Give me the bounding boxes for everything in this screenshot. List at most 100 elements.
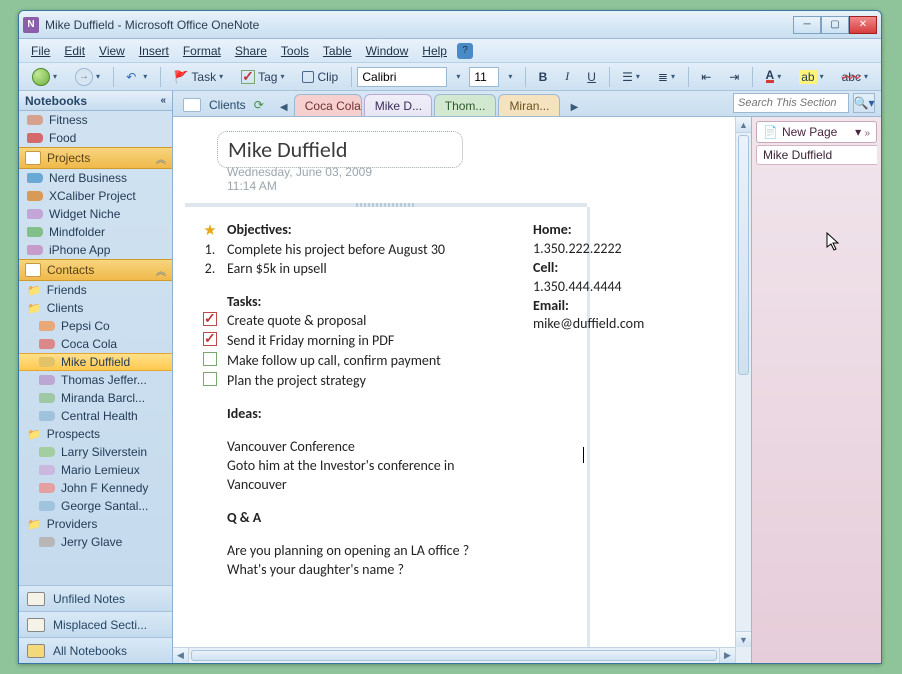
projects-section-header[interactable]: Projects ︽: [19, 147, 172, 169]
maximize-button[interactable]: ▢: [821, 16, 849, 34]
nav-item[interactable]: Mindfolder: [19, 223, 172, 241]
font-size-input[interactable]: [469, 67, 499, 87]
scroll-left-button[interactable]: ◀: [173, 648, 189, 663]
nav-group[interactable]: 📁Clients: [19, 299, 172, 317]
help-icon[interactable]: ?: [457, 43, 473, 59]
nav-item[interactable]: Miranda Barcl...: [19, 389, 172, 407]
nav-item[interactable]: Central Health: [19, 407, 172, 425]
nav-item[interactable]: Mario Lemieux: [19, 461, 172, 479]
menu-edit[interactable]: Edit: [58, 42, 91, 60]
nav-item-label: Coca Cola: [61, 337, 117, 351]
page-tabs-panel: 📄New Page ▾ » Mike Duffield: [751, 117, 881, 663]
scroll-thumb[interactable]: [738, 135, 749, 375]
task-checkbox[interactable]: [203, 332, 217, 346]
font-name-dropdown[interactable]: ▾: [449, 66, 467, 88]
section-tab[interactable]: Thom...: [434, 94, 497, 116]
nav-item[interactable]: Widget Niche: [19, 205, 172, 223]
section-color-icon: [39, 339, 55, 349]
indent-button[interactable]: ⇥: [722, 66, 746, 88]
italic-button[interactable]: I: [558, 66, 576, 88]
font-name-input[interactable]: [357, 67, 447, 87]
task-checkbox[interactable]: [203, 352, 217, 366]
nav-item[interactable]: Nerd Business: [19, 169, 172, 187]
scroll-thumb-h[interactable]: [191, 650, 717, 661]
numbering-button[interactable]: ≣▾: [651, 66, 682, 88]
minimize-button[interactable]: ─: [793, 16, 821, 34]
search-input[interactable]: [733, 93, 849, 113]
menu-file[interactable]: File: [25, 42, 56, 60]
menu-view[interactable]: View: [93, 42, 131, 60]
container-drag-handle[interactable]: [356, 203, 416, 207]
horizontal-scrollbar[interactable]: ◀ ▶: [173, 647, 735, 663]
notebooks-header[interactable]: Notebooks«: [19, 91, 172, 111]
note-container[interactable]: ★Objectives: 1.Complete his project befo…: [185, 203, 587, 590]
bold-button[interactable]: B: [532, 66, 555, 88]
underline-button[interactable]: U: [580, 66, 603, 88]
section-header[interactable]: Clients ⟳: [179, 98, 274, 116]
page-canvas[interactable]: Mike Duffield Wednesday, June 03, 2009 1…: [173, 117, 751, 663]
clip-button[interactable]: Clip: [295, 66, 345, 88]
font-color-button[interactable]: A▾: [759, 66, 789, 88]
title-bar[interactable]: N Mike Duffield - Microsoft Office OneNo…: [19, 11, 881, 39]
nav-group[interactable]: 📁Prospects: [19, 425, 172, 443]
misplaced-sections[interactable]: Misplaced Secti...: [19, 611, 172, 637]
nav-item[interactable]: Pepsi Co: [19, 317, 172, 335]
task-button[interactable]: 🚩 Task▾: [166, 66, 230, 88]
task-checkbox[interactable]: [203, 372, 217, 386]
menu-share[interactable]: Share: [229, 42, 273, 60]
menu-window[interactable]: Window: [360, 42, 415, 60]
nav-item[interactable]: Larry Silverstein: [19, 443, 172, 461]
contacts-section-header[interactable]: Contacts ︽: [19, 259, 172, 281]
tab-scroll-left[interactable]: ◀: [276, 98, 292, 116]
vertical-scrollbar[interactable]: ▲ ▼: [735, 117, 751, 663]
nav-item[interactable]: George Santal...: [19, 497, 172, 515]
bullets-button[interactable]: ☰▾: [615, 66, 647, 88]
page-title[interactable]: Mike Duffield: [228, 136, 452, 163]
search-button[interactable]: 🔍▾: [853, 93, 875, 113]
nav-item[interactable]: iPhone App: [19, 241, 172, 259]
nav-item[interactable]: Jerry Glave: [19, 533, 172, 551]
contact-info: Home: 1.350.222.2222 Cell: 1.350.444.444…: [533, 221, 644, 334]
unfiled-notes[interactable]: Unfiled Notes: [19, 585, 172, 611]
page-title-container[interactable]: Mike Duffield: [217, 131, 463, 168]
menu-table[interactable]: Table: [317, 42, 358, 60]
task-text: Send it Friday morning in PDF: [227, 332, 394, 351]
section-tab[interactable]: Miran...: [498, 94, 560, 116]
nav-item[interactable]: Thomas Jeffer...: [19, 371, 172, 389]
nav-item[interactable]: Coca Cola: [19, 335, 172, 353]
refresh-icon[interactable]: ⟳: [254, 98, 264, 112]
tab-scroll-right[interactable]: ▶: [566, 98, 582, 116]
folder-icon: [27, 618, 45, 632]
menu-help[interactable]: Help: [416, 42, 453, 60]
highlight-button[interactable]: ab▾: [792, 66, 830, 88]
menu-insert[interactable]: Insert: [133, 42, 175, 60]
nav-item[interactable]: Mike Duffield: [19, 353, 172, 371]
expand-pagetabs-icon[interactable]: »: [864, 128, 870, 139]
nav-item[interactable]: Food: [19, 129, 172, 147]
section-tab[interactable]: Mike D...: [364, 94, 432, 116]
scroll-right-button[interactable]: ▶: [719, 648, 735, 663]
undo-button[interactable]: ↶▾: [119, 66, 154, 88]
forward-button[interactable]: →▾: [68, 66, 107, 88]
outdent-button[interactable]: ⇤: [694, 66, 718, 88]
new-page-button[interactable]: 📄New Page ▾ »: [756, 121, 877, 143]
star-tag-icon[interactable]: ★: [201, 221, 219, 241]
spellcheck-button[interactable]: abc▾: [835, 66, 875, 88]
section-tab[interactable]: Coca Cola: [294, 94, 362, 116]
close-button[interactable]: ✕: [849, 16, 877, 34]
nav-group[interactable]: 📁Providers: [19, 515, 172, 533]
scroll-down-button[interactable]: ▼: [736, 631, 751, 647]
menu-format[interactable]: Format: [177, 42, 227, 60]
back-button[interactable]: ▾: [25, 66, 64, 88]
tag-button[interactable]: Tag▾: [234, 66, 291, 88]
nav-item[interactable]: John F Kennedy: [19, 479, 172, 497]
page-tab[interactable]: Mike Duffield: [756, 145, 877, 165]
font-size-dropdown[interactable]: ▾: [501, 66, 519, 88]
menu-tools[interactable]: Tools: [275, 42, 315, 60]
task-checkbox[interactable]: [203, 312, 217, 326]
nav-item[interactable]: XCaliber Project: [19, 187, 172, 205]
nav-group[interactable]: 📁Friends: [19, 281, 172, 299]
scroll-up-button[interactable]: ▲: [736, 117, 751, 133]
nav-item[interactable]: Fitness: [19, 111, 172, 129]
all-notebooks[interactable]: All Notebooks: [19, 637, 172, 663]
